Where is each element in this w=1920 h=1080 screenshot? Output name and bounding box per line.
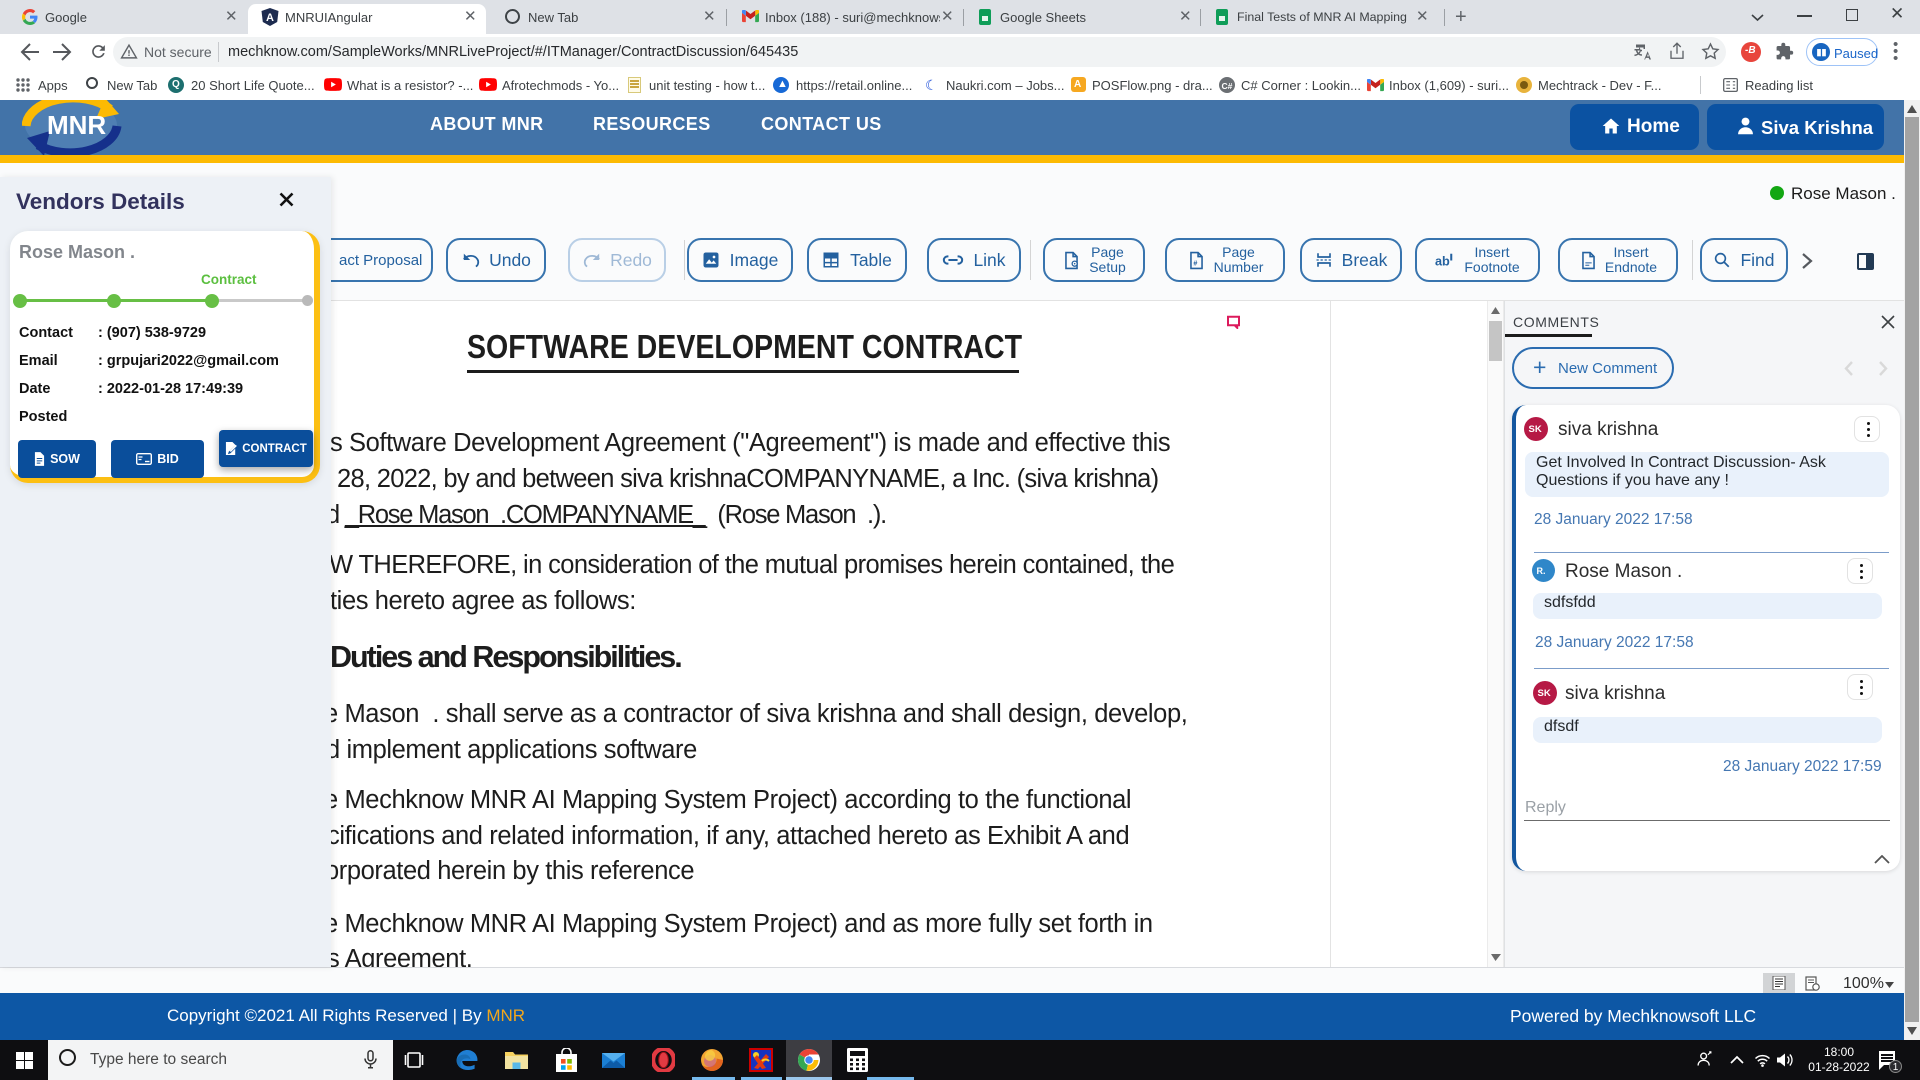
svg-text:MNR: MNR (47, 110, 106, 140)
svg-text:#: # (1193, 259, 1197, 267)
svg-text:A: A (266, 12, 274, 24)
svg-text:ab: ab (1435, 254, 1450, 268)
